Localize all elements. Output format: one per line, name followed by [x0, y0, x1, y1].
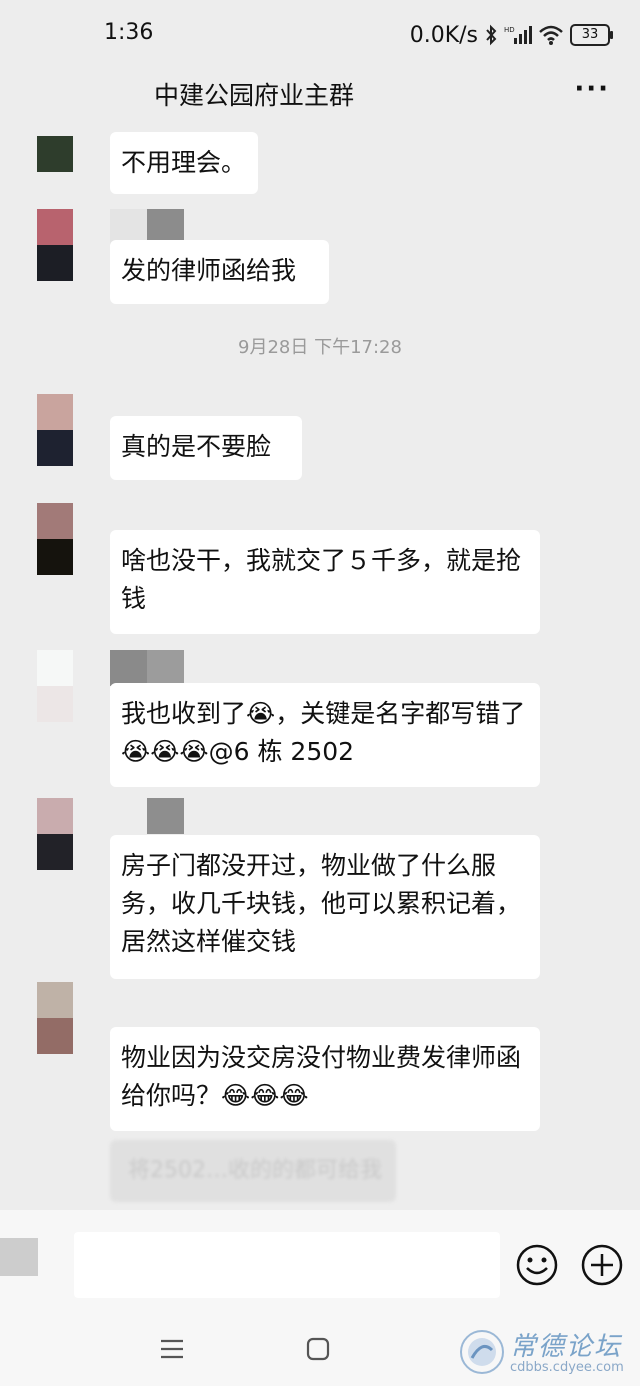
watermark: 常德论坛 cdbbs.cdyee.com — [456, 1322, 640, 1382]
emoji-icon[interactable] — [515, 1243, 559, 1287]
message-bubble[interactable]: 真的是不要脸 — [110, 416, 302, 480]
message-input[interactable] — [74, 1232, 500, 1298]
voice-button[interactable] — [0, 1238, 38, 1276]
status-icons: 0.0K/s HD 33 — [409, 20, 613, 50]
avatar[interactable] — [37, 503, 73, 575]
battery-icon: 33 — [570, 24, 613, 46]
status-time: 1:36 — [104, 20, 154, 45]
watermark-title: 常德论坛 — [510, 1332, 623, 1362]
message-bubble[interactable]: 物业因为没交房没付物业费发律师函给你吗？😂😂😂 — [110, 1027, 540, 1131]
message-timestamp: 9月28日 下午17:28 — [238, 337, 402, 358]
wifi-icon — [539, 25, 563, 45]
avatar[interactable] — [37, 209, 73, 281]
input-bar — [0, 1210, 640, 1320]
bluetooth-icon — [486, 24, 497, 46]
partial-message: 将2502…收的的都可给我 — [110, 1140, 396, 1202]
avatar[interactable] — [37, 650, 73, 722]
avatar[interactable] — [37, 982, 73, 1054]
message-bubble[interactable]: 啥也没干，我就交了５千多，就是抢钱 — [110, 530, 540, 634]
home-icon[interactable] — [303, 1334, 333, 1364]
page-title: 中建公园府业主群 — [154, 81, 355, 110]
message-bubble[interactable]: 不用理会。 — [110, 132, 259, 194]
add-icon[interactable] — [580, 1243, 624, 1287]
sender-name-redacted — [110, 650, 184, 686]
status-bar: 1:36 0.0K/s HD 33 — [0, 0, 640, 66]
chat-header: 中建公园府业主群 ··· — [0, 66, 640, 122]
more-options-button[interactable]: ··· — [574, 74, 610, 104]
avatar[interactable] — [37, 798, 73, 870]
message-bubble[interactable]: 我也收到了😭，关键是名字都写错了😭😭😭@6 栋 2502 — [110, 683, 540, 787]
svg-text:HD: HD — [504, 26, 515, 34]
avatar[interactable] — [37, 136, 73, 172]
forum-logo-icon — [460, 1330, 504, 1374]
message-bubble[interactable]: 房子门都没开过，物业做了什么服务，收几千块钱，他可以累积记着，居然这样催交钱 — [110, 835, 540, 979]
message-bubble[interactable]: 发的律师函给我 — [110, 240, 329, 304]
sender-name-redacted — [147, 798, 184, 834]
network-speed: 0.0K/s — [409, 22, 478, 48]
menu-icon[interactable] — [157, 1334, 187, 1364]
signal-icon: HD — [504, 26, 532, 44]
avatar[interactable] — [37, 394, 73, 466]
watermark-url: cdbbs.cdyee.com — [510, 1360, 624, 1375]
